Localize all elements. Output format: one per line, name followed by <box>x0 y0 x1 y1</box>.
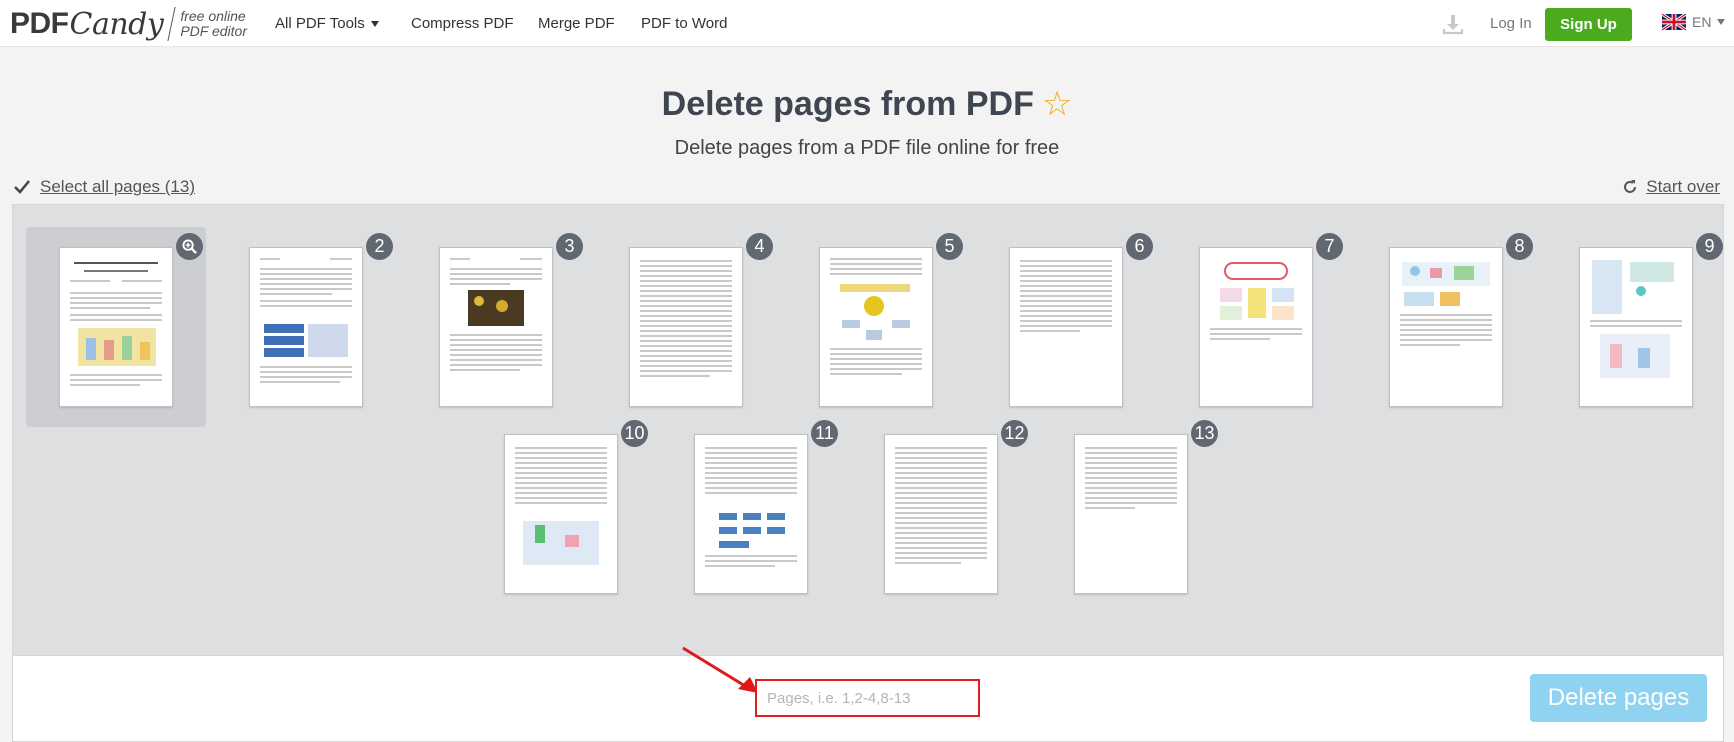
refresh-icon <box>1624 180 1637 193</box>
page-number-badge: 12 <box>1001 420 1028 447</box>
page-thumbnail[interactable]: 9 <box>1546 227 1726 427</box>
zoom-in-icon <box>182 239 197 254</box>
nav-compress-pdf[interactable]: Compress PDF <box>411 15 514 32</box>
page-thumbnail[interactable]: 3 <box>406 227 586 427</box>
page-preview <box>694 434 808 594</box>
pdfcandy-logo[interactable]: PDF Candy free online PDF editor <box>10 6 247 42</box>
download-icon[interactable] <box>1442 13 1464 35</box>
logo-divider <box>167 7 176 41</box>
page-preview <box>1389 247 1503 407</box>
page-preview <box>59 247 173 407</box>
page-number-badge: 9 <box>1696 233 1723 260</box>
logo-tagline: free online PDF editor <box>180 9 247 39</box>
language-selector[interactable]: EN <box>1662 13 1726 31</box>
signup-button[interactable]: Sign Up <box>1545 8 1632 41</box>
page-number-badge: 3 <box>556 233 583 260</box>
page-thumbnail[interactable]: 5 <box>786 227 966 427</box>
page-thumbnail[interactable]: 4 <box>596 227 776 427</box>
page-number-badge: 10 <box>621 420 648 447</box>
page-preview <box>249 247 363 407</box>
page-preview <box>1009 247 1123 407</box>
tagline-line-1: free online <box>180 8 246 24</box>
pages-grid: 2 3 4 5 6 7 8 9 10 11 12 13 <box>12 204 1724 656</box>
page-number-badge: 4 <box>746 233 773 260</box>
nav-merge-pdf[interactable]: Merge PDF <box>538 15 615 32</box>
nav-all-pdf-tools-label: All PDF Tools <box>275 15 365 32</box>
page-thumbnail[interactable]: 6 <box>976 227 1156 427</box>
page-title-text: Delete pages from PDF <box>661 85 1034 123</box>
page-preview <box>1199 247 1313 407</box>
page-number-badge: 13 <box>1191 420 1218 447</box>
zoom-button[interactable] <box>176 233 203 260</box>
select-all-label: Select all pages (13) <box>40 177 195 196</box>
page-number-badge: 11 <box>811 420 838 447</box>
page-preview <box>884 434 998 594</box>
pages-range-input[interactable] <box>755 679 980 717</box>
page-thumbnail[interactable]: 2 <box>216 227 396 427</box>
page-number-badge: 7 <box>1316 233 1343 260</box>
select-all-pages[interactable]: Select all pages (13) <box>14 177 195 197</box>
start-over-link[interactable]: Start over <box>1622 177 1720 197</box>
delete-pages-button[interactable]: Delete pages <box>1530 674 1707 722</box>
annotation-arrow-icon <box>682 646 758 693</box>
page-number-badge: 5 <box>936 233 963 260</box>
page-number-badge: 2 <box>366 233 393 260</box>
logo-candy-text: Candy <box>69 6 164 42</box>
language-label: EN <box>1692 14 1712 30</box>
chevron-down-icon <box>370 21 379 28</box>
page-thumbnail[interactable]: 8 <box>1356 227 1536 427</box>
nav-all-pdf-tools[interactable]: All PDF Tools <box>275 15 379 32</box>
page-number-badge: 6 <box>1126 233 1153 260</box>
page-thumbnail[interactable] <box>26 227 206 427</box>
page-preview <box>819 247 933 407</box>
page-preview <box>1074 434 1188 594</box>
checkmark-icon <box>14 180 30 194</box>
login-link[interactable]: Log In <box>1490 15 1532 32</box>
page-thumbnail[interactable]: 10 <box>471 414 651 614</box>
page-thumbnail[interactable]: 12 <box>851 414 1031 614</box>
chevron-down-icon <box>1717 19 1726 25</box>
uk-flag-icon <box>1662 13 1686 31</box>
top-navbar: PDF Candy free online PDF editor All PDF… <box>0 0 1734 47</box>
page-preview <box>439 247 553 407</box>
star-icon[interactable]: ☆ <box>1042 85 1072 123</box>
page-number-badge: 8 <box>1506 233 1533 260</box>
page-preview <box>1579 247 1693 407</box>
page-title: Delete pages from PDF ☆ <box>0 84 1734 124</box>
page-thumbnail[interactable]: 13 <box>1041 414 1221 614</box>
tagline-line-2: PDF editor <box>180 23 247 39</box>
logo-pdf-text: PDF <box>10 7 69 40</box>
page-thumbnail[interactable]: 11 <box>661 414 841 614</box>
page-preview <box>629 247 743 407</box>
page-preview <box>504 434 618 594</box>
page-subtitle: Delete pages from a PDF file online for … <box>674 137 1060 159</box>
start-over-label: Start over <box>1646 177 1720 196</box>
nav-pdf-to-word[interactable]: PDF to Word <box>641 15 727 32</box>
page-thumbnail[interactable]: 7 <box>1166 227 1346 427</box>
